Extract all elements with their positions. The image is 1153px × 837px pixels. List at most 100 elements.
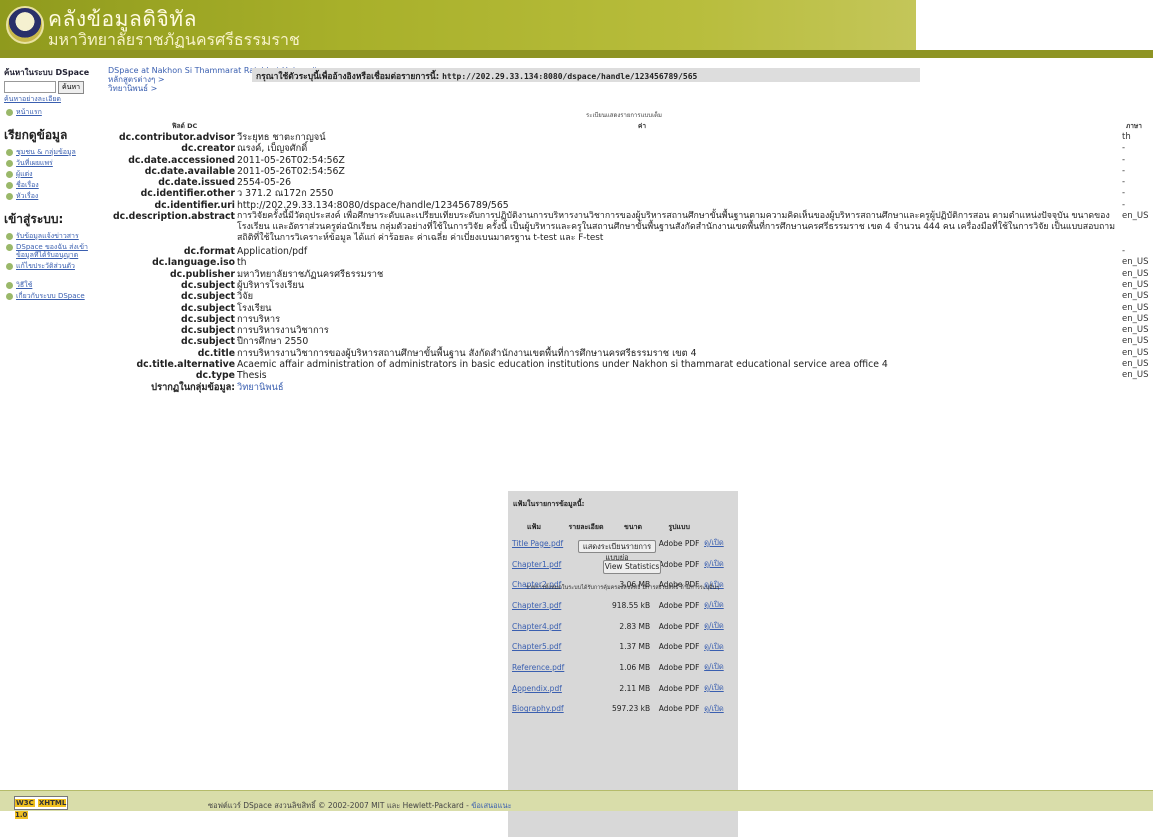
file-row: Chapter5.pdf 1.37 MB Adobe PDF ดู/เปิด — [508, 636, 730, 657]
file-view-link[interactable]: ดู/เปิด — [704, 642, 724, 651]
w3c-badge[interactable]: W3C XHTML 1.0 — [14, 796, 68, 819]
metadata-row: dc.identifier.uri http://202.29.33.134:80… — [0, 200, 1153, 211]
sidebar-item-home[interactable]: หน้าแรก — [6, 108, 98, 116]
metadata-lang: - — [1122, 143, 1126, 154]
file-view-link[interactable]: ดู/เปิด — [704, 600, 724, 609]
metadata-value: การวิจัยครั้งนี้มีวัตถุประสงค์ เพื่อศึกษ… — [237, 211, 1116, 244]
footer-text: ซอฟต์แวร์ DSpace สงวนลิขสิทธิ์ © 2002-20… — [208, 800, 512, 812]
metadata-lang: en_US — [1122, 370, 1149, 381]
home-link[interactable]: หน้าแรก — [16, 108, 42, 116]
metadata-lang: en_US — [1122, 325, 1149, 336]
footer-copyright: ซอฟต์แวร์ DSpace สงวนลิขสิทธิ์ © 2002-20… — [208, 801, 469, 810]
metadata-lang: en_US — [1122, 291, 1149, 302]
metadata-lang: th — [1122, 132, 1131, 142]
file-size: 918.55 kB — [612, 600, 651, 610]
file-row: Biography.pdf 597.23 kB Adobe PDF ดู/เปิด — [508, 699, 730, 720]
metadata-lang: en_US — [1122, 211, 1149, 222]
collections-link[interactable]: วิทยานิพนธ์ — [237, 382, 284, 393]
header-bar — [0, 50, 1153, 58]
metadata-value: Thesis — [237, 370, 267, 382]
file-link[interactable]: Reference.pdf — [512, 663, 564, 672]
metadata-field: dc.description.abstract — [112, 211, 235, 223]
file-format: Adobe PDF — [658, 559, 700, 569]
metadata-row: dc.date.accessioned 2011-05-26T02:54:56Z - — [0, 155, 1153, 166]
metadata-field: dc.contributor.advisor — [118, 132, 235, 143]
collections-value: วิทยานิพนธ์ — [237, 382, 284, 393]
file-link[interactable]: Appendix.pdf — [512, 684, 562, 693]
short-record-button[interactable]: แสดงระเบียนรายการแบบย่อ — [578, 540, 656, 562]
metadata-table: dc.contributor.advisor วีระยุทธ ชาตะกาญจน… — [0, 132, 1153, 393]
file-view-link[interactable]: ดู/เปิด — [704, 683, 724, 692]
file-format: Adobe PDF — [658, 538, 700, 548]
file-view-link[interactable]: ดู/เปิด — [704, 559, 724, 568]
file-row: Appendix.pdf 2.11 MB Adobe PDF ดู/เปิด — [508, 678, 730, 699]
file-size: 2.11 MB — [619, 683, 651, 693]
search-button[interactable]: ค้นหา — [58, 81, 85, 94]
metadata-lang: - — [1122, 188, 1126, 199]
files-title: แฟ้มในรายการข้อมูลนี้: — [513, 500, 585, 508]
metadata-row: dc.subject โรงเรียน en_US — [0, 303, 1153, 314]
search-title: ค้นหาในระบบ DSpace — [4, 68, 90, 77]
file-view-link[interactable]: ดู/เปิด — [704, 704, 724, 713]
view-statistics-button[interactable]: View Statistics — [603, 560, 661, 574]
file-size: 1.37 MB — [619, 642, 651, 652]
metadata-field: dc.type — [195, 370, 235, 382]
header-right-panel — [916, 0, 1153, 50]
search-input[interactable] — [4, 81, 56, 93]
metadata-field: dc.date.issued — [158, 177, 235, 189]
metadata-row: dc.publisher มหาวิทยาลัยราชภัฏนครศรีธรรมร… — [0, 269, 1153, 280]
breadcrumb-courses[interactable]: หลักสูตรต่างๆ > — [108, 75, 165, 84]
file-format: Adobe PDF — [658, 704, 700, 714]
advanced-search-link[interactable]: ค้นหาอย่างละเอียด — [4, 95, 61, 103]
metadata-row: dc.format Application/pdf - — [0, 246, 1153, 257]
file-row: Chapter3.pdf 918.55 kB Adobe PDF ดู/เปิด — [508, 595, 730, 616]
metadata-field: dc.subject — [181, 291, 235, 303]
file-format: Adobe PDF — [658, 662, 700, 672]
metadata-lang: en_US — [1122, 279, 1149, 290]
metadata-field: dc.subject — [181, 279, 235, 291]
file-view-link[interactable]: ดู/เปิด — [704, 662, 724, 671]
feedback-link[interactable]: ข้อเสนอแนะ — [471, 801, 511, 810]
file-link[interactable]: Biography.pdf — [512, 704, 564, 713]
file-view-link[interactable]: ดู/เปิด — [704, 538, 724, 547]
file-link[interactable]: Title Page.pdf — [512, 539, 563, 548]
persistent-uri-box: กรุณาใช้ตัวระบุนี้เพื่ออ้างอิงหรือเชื่อม… — [252, 68, 920, 82]
file-link[interactable]: Chapter4.pdf — [512, 622, 561, 631]
file-row: Reference.pdf 1.06 MB Adobe PDF ดู/เปิด — [508, 657, 730, 678]
metadata-value: วีระยุทธ ชาตะกาญจน์ — [237, 132, 326, 143]
metadata-lang: en_US — [1122, 313, 1149, 324]
metadata-lang: - — [1122, 154, 1126, 165]
files-header-description: รายละเอียด — [568, 522, 604, 531]
metadata-row: dc.contributor.advisor วีระยุทธ ชาตะกาญจน… — [0, 132, 1153, 143]
metadata-row: dc.subject ผู้บริหารโรงเรียน en_US — [0, 280, 1153, 291]
search-form: ค้นหา — [4, 81, 98, 94]
metadata-row: dc.creator ณรงค์, เบ็ญจศักดิ์ - — [0, 143, 1153, 154]
metadata-field: dc.language.iso — [152, 257, 235, 269]
metadata-value: 2011-05-26T02:54:56Z — [237, 154, 345, 166]
w3c-label: W3C — [15, 799, 35, 807]
file-link[interactable]: Chapter1.pdf — [512, 560, 561, 569]
metadata-field: dc.date.available — [144, 165, 235, 177]
metadata-value: 2011-05-26T02:54:56Z — [237, 165, 345, 177]
metadata-row: dc.type Thesis en_US — [0, 370, 1153, 381]
collections-label: ปรากฏในกลุ่มข้อมูล: — [151, 381, 235, 393]
metadata-field: dc.format — [183, 246, 235, 258]
column-header-lang: ภาษา — [1126, 122, 1142, 130]
metadata-row: dc.language.iso th en_US — [0, 257, 1153, 268]
bullet-icon — [6, 109, 13, 116]
metadata-row: dc.date.issued 2554-05-26 - — [0, 177, 1153, 188]
file-link[interactable]: Chapter3.pdf — [512, 601, 561, 610]
file-format: Adobe PDF — [658, 642, 700, 652]
file-view-link[interactable]: ดู/เปิด — [704, 621, 724, 630]
metadata-value: http://202.29.33.134:8080/dspace/handle/… — [237, 199, 509, 211]
metadata-field: dc.publisher — [169, 268, 235, 280]
university-logo — [6, 6, 44, 44]
file-link[interactable]: Chapter5.pdf — [512, 642, 561, 651]
metadata-value: การบริหารงานวิชาการของผู้บริหารสถานศึกษา… — [237, 347, 697, 359]
breadcrumb-theses[interactable]: วิทยานิพนธ์ > — [108, 84, 157, 93]
metadata-field: dc.identifier.uri — [154, 199, 235, 211]
file-format: Adobe PDF — [658, 600, 700, 610]
metadata-row: dc.subject การบริหาร en_US — [0, 314, 1153, 325]
collections-row: ปรากฏในกลุ่มข้อมูล: วิทยานิพนธ์ — [0, 382, 1153, 393]
metadata-value: การบริหาร — [237, 313, 281, 325]
